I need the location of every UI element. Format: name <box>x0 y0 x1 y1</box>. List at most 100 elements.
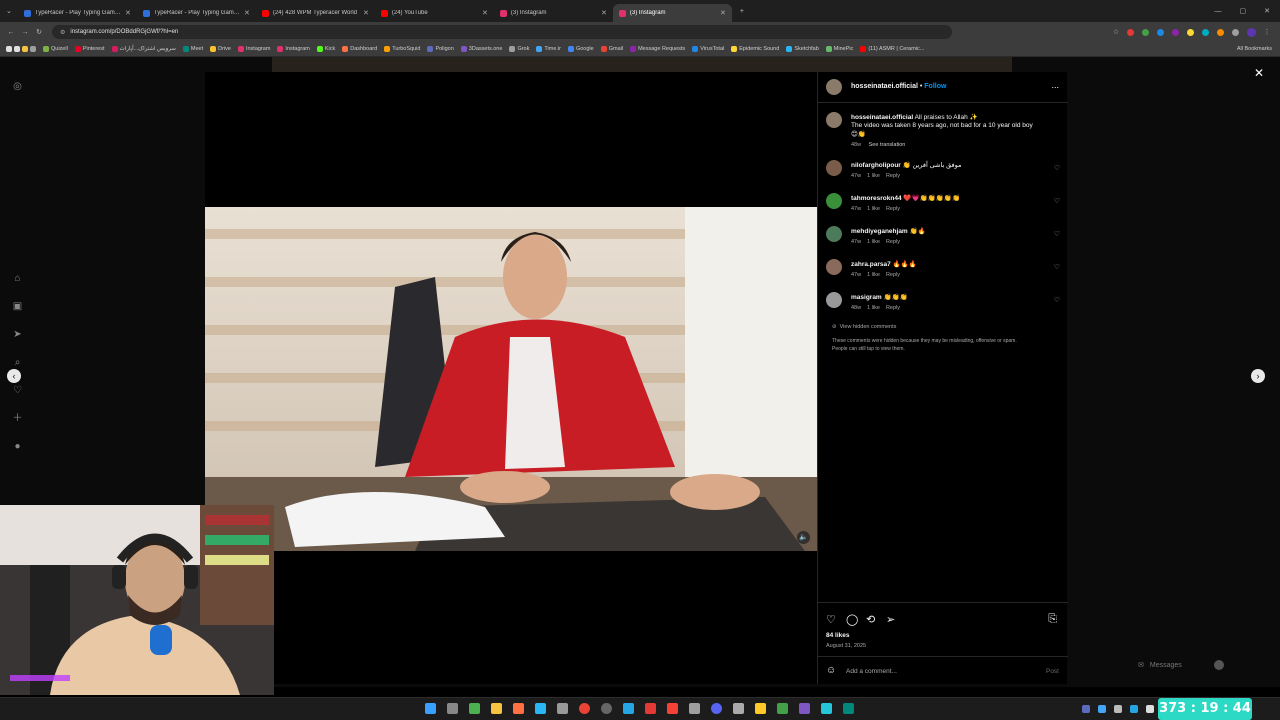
bookmark-item[interactable]: Kick <box>316 46 335 52</box>
see-translation-link[interactable]: See translation <box>869 142 906 148</box>
app-icon[interactable] <box>645 703 656 714</box>
app-icon[interactable] <box>821 703 832 714</box>
close-icon[interactable]: ✕ <box>482 9 488 17</box>
bookmark-item[interactable]: Google <box>567 46 594 52</box>
back-icon[interactable]: ← <box>4 29 18 36</box>
comment-likes[interactable]: 1 like <box>867 173 880 179</box>
task-view-icon[interactable] <box>447 703 458 714</box>
telegram-icon[interactable] <box>623 703 634 714</box>
post-comment-button[interactable]: Post <box>1046 668 1059 675</box>
reply-button[interactable]: Reply <box>886 206 900 212</box>
url-bar[interactable]: ⚙ instagram.com/p/DOBddRGjGWf/?hl=en <box>52 25 952 39</box>
close-icon[interactable]: ✕ <box>244 9 250 17</box>
tray-icon[interactable] <box>1082 705 1090 713</box>
close-icon[interactable]: ✕ <box>720 9 726 17</box>
app-icon[interactable] <box>535 703 546 714</box>
bookmark-item[interactable]: Epidemic Sound <box>731 46 779 52</box>
new-tab-icon[interactable]: + <box>740 8 744 15</box>
repost-icon[interactable]: ⟲ <box>866 613 875 626</box>
reply-button[interactable]: Reply <box>886 272 900 278</box>
bookmark-item[interactable]: Meet <box>182 46 203 52</box>
browser-tab-2[interactable]: TypeRacer - Play Typing Games ✕ <box>137 4 256 22</box>
reload-icon[interactable]: ↻ <box>32 28 46 36</box>
app-icon[interactable] <box>799 703 810 714</box>
extension-icon[interactable] <box>1157 28 1164 36</box>
app-icon[interactable] <box>843 703 854 714</box>
bookmark-star-icon[interactable]: ☆ <box>1109 28 1123 36</box>
bookmark-item[interactable]: Grok <box>509 46 529 52</box>
commenter-avatar[interactable] <box>826 259 842 275</box>
follow-button[interactable]: Follow <box>924 83 946 90</box>
more-options-icon[interactable]: ... <box>1051 80 1059 90</box>
profile-avatar[interactable] <box>1247 27 1256 37</box>
app-icon[interactable] <box>777 703 788 714</box>
app-icon[interactable] <box>513 703 524 714</box>
tray-icon[interactable] <box>1114 705 1122 713</box>
instagram-logo-icon[interactable]: ◎ <box>11 80 24 93</box>
comment-likes[interactable]: 1 like <box>867 206 880 212</box>
app-icon[interactable] <box>755 703 766 714</box>
heart-icon[interactable]: ♡ <box>1054 197 1060 205</box>
bookmark-item[interactable]: (11) ASMR | Ceramic... <box>860 46 924 52</box>
site-info-icon[interactable]: ⚙ <box>60 29 65 36</box>
reply-button[interactable]: Reply <box>886 173 900 179</box>
app-icon[interactable] <box>469 703 480 714</box>
heart-icon[interactable]: ♡ <box>1054 296 1060 304</box>
comment-username[interactable]: zahra.parsa7 <box>851 261 891 268</box>
bookmark-item[interactable]: Gmail <box>600 46 623 52</box>
video-frame[interactable] <box>205 207 817 551</box>
apps-grid-icon[interactable] <box>6 46 36 52</box>
heart-icon[interactable]: ♡ <box>11 384 24 397</box>
extension-icon[interactable] <box>1187 28 1194 36</box>
tray-icon[interactable] <box>1098 705 1106 713</box>
comment-icon[interactable]: ◯ <box>846 613 858 626</box>
heart-icon[interactable]: ♡ <box>1054 230 1060 238</box>
maximize-icon[interactable]: ▢ <box>1240 7 1247 15</box>
add-comment-input[interactable]: Add a comment... <box>846 668 897 675</box>
chrome-icon[interactable] <box>579 703 590 714</box>
bookmark-item[interactable]: Time.ir <box>536 46 561 52</box>
tab-search-icon[interactable]: ⌄ <box>6 7 12 15</box>
commenter-avatar[interactable] <box>826 193 842 209</box>
all-bookmarks-button[interactable]: All Bookmarks <box>1237 46 1272 52</box>
app-icon[interactable] <box>601 703 612 714</box>
minimize-icon[interactable]: — <box>1215 8 1222 15</box>
comment-username[interactable]: masigram <box>851 294 882 301</box>
commenter-avatar[interactable] <box>826 292 842 308</box>
share-icon[interactable]: ➢ <box>886 613 895 626</box>
bookmark-item[interactable]: 3Dassets.one <box>460 46 502 52</box>
commenter-avatar[interactable] <box>826 160 842 176</box>
app-icon[interactable] <box>689 703 700 714</box>
bookmark-item[interactable]: MinePic <box>825 46 853 52</box>
author-username[interactable]: hosseinataei.official <box>851 83 918 90</box>
browser-tab-1[interactable]: TypeRacer - Play Typing Games ✕ <box>18 4 137 22</box>
likes-count[interactable]: 84 likes <box>826 632 850 639</box>
close-icon[interactable]: ✕ <box>1252 66 1266 80</box>
comment-likes[interactable]: 1 like <box>867 239 880 245</box>
settings-icon[interactable] <box>557 703 568 714</box>
reels-icon[interactable]: ▣ <box>11 300 24 313</box>
comment-username[interactable]: tahmoresrokn44 <box>851 195 902 202</box>
extension-icon[interactable] <box>1202 28 1209 36</box>
bookmark-icon[interactable]: ⎘ <box>1048 613 1057 626</box>
bookmark-item[interactable]: Instagram <box>237 46 270 52</box>
comment-username[interactable]: mehdiyeganehjam <box>851 228 908 235</box>
browser-tab-4[interactable]: (24) YouTube ✕ <box>375 4 494 22</box>
profile-icon[interactable]: ● <box>11 440 24 453</box>
bookmark-item[interactable]: Drive <box>210 46 231 52</box>
chevron-right-icon[interactable]: › <box>1251 369 1265 383</box>
discord-icon[interactable] <box>711 703 722 714</box>
bookmark-item[interactable]: Pinterest <box>74 46 105 52</box>
menu-dots-icon[interactable]: ⋮ <box>1260 28 1274 36</box>
view-hidden-comments[interactable]: ⊘ View hidden comments <box>832 324 902 330</box>
heart-icon[interactable]: ♡ <box>1054 164 1060 172</box>
home-icon[interactable]: ⌂ <box>11 272 24 285</box>
commenter-avatar[interactable] <box>826 226 842 242</box>
extension-icon[interactable] <box>1142 28 1149 36</box>
extensions-puzzle-icon[interactable] <box>1232 28 1239 36</box>
emoji-icon[interactable]: ☺ <box>826 665 836 676</box>
start-icon[interactable] <box>425 703 436 714</box>
comment-likes[interactable]: 1 like <box>867 305 880 311</box>
bookmark-item[interactable]: Quizell <box>43 46 68 52</box>
create-icon[interactable]: ＋ <box>11 412 24 425</box>
